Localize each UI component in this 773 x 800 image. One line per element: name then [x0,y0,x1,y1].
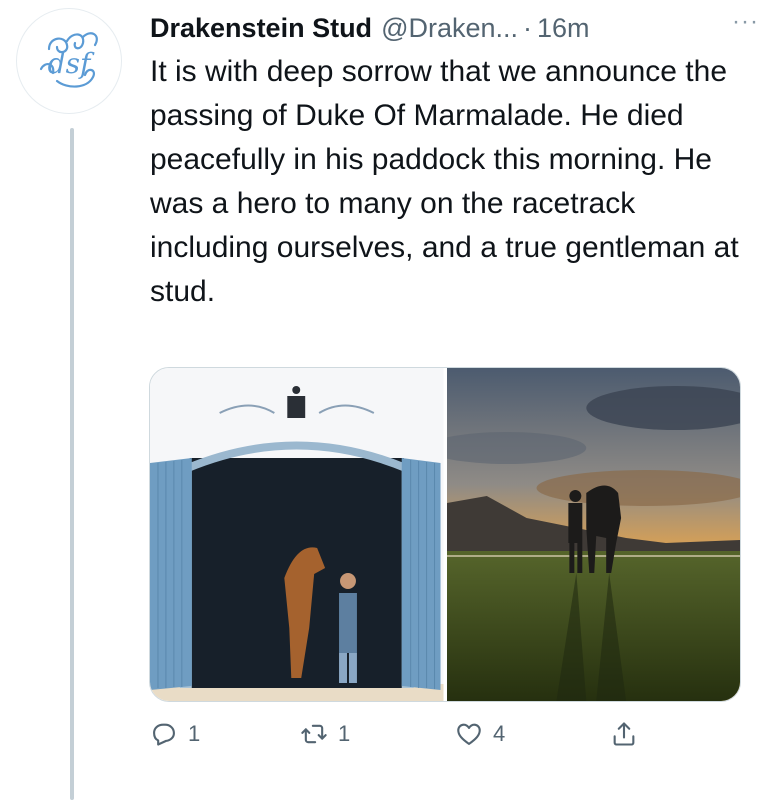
share-icon [613,722,635,746]
reply-button[interactable]: 1 [150,720,200,748]
dsf-logo-icon: dsf [39,32,98,88]
sunset-illustration [446,368,740,701]
timestamp[interactable]: 16m [537,13,590,44]
heart-icon [457,723,481,745]
tweet-header: Drakenstein Stud @Draken... · 16m ··· [150,8,759,46]
like-button[interactable]: 4 [455,720,505,748]
stable-door-illustration [150,368,444,701]
media-grid [149,367,741,702]
retweet-button[interactable]: 1 [300,720,350,748]
thread-line [70,128,74,800]
retweet-icon [301,724,327,744]
share-button[interactable] [610,720,638,748]
avatar[interactable]: dsf [16,8,122,114]
like-count: 4 [493,721,506,746]
photo-horse-at-sunset[interactable] [446,368,740,701]
tweet-actions: 1 1 4 [150,720,650,756]
tweet-text: It is with deep sorrow that we announce … [150,55,739,308]
reply-icon [153,723,175,746]
photo-horse-at-stable-door[interactable] [150,368,444,701]
svg-text:dsf: dsf [48,47,95,80]
display-name[interactable]: Drakenstein Stud [150,13,372,44]
retweet-count: 1 [338,721,351,746]
user-handle[interactable]: @Draken... [381,13,518,44]
reply-count: 1 [188,721,201,746]
more-options-icon[interactable]: ··· [732,8,759,36]
separator-dot: · [523,12,533,43]
